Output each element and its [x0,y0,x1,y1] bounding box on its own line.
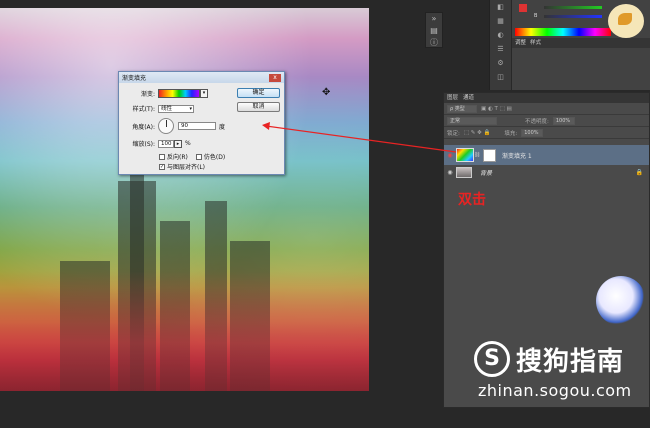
annotation-text: 双击 [458,192,486,208]
sogou-logo-icon: S [474,341,510,377]
watermark-url: zhinan.sogou.com [478,381,632,400]
watermark-title: 搜狗指南 [516,347,625,377]
bird-logo [608,4,644,38]
watermark-badge [596,276,646,326]
